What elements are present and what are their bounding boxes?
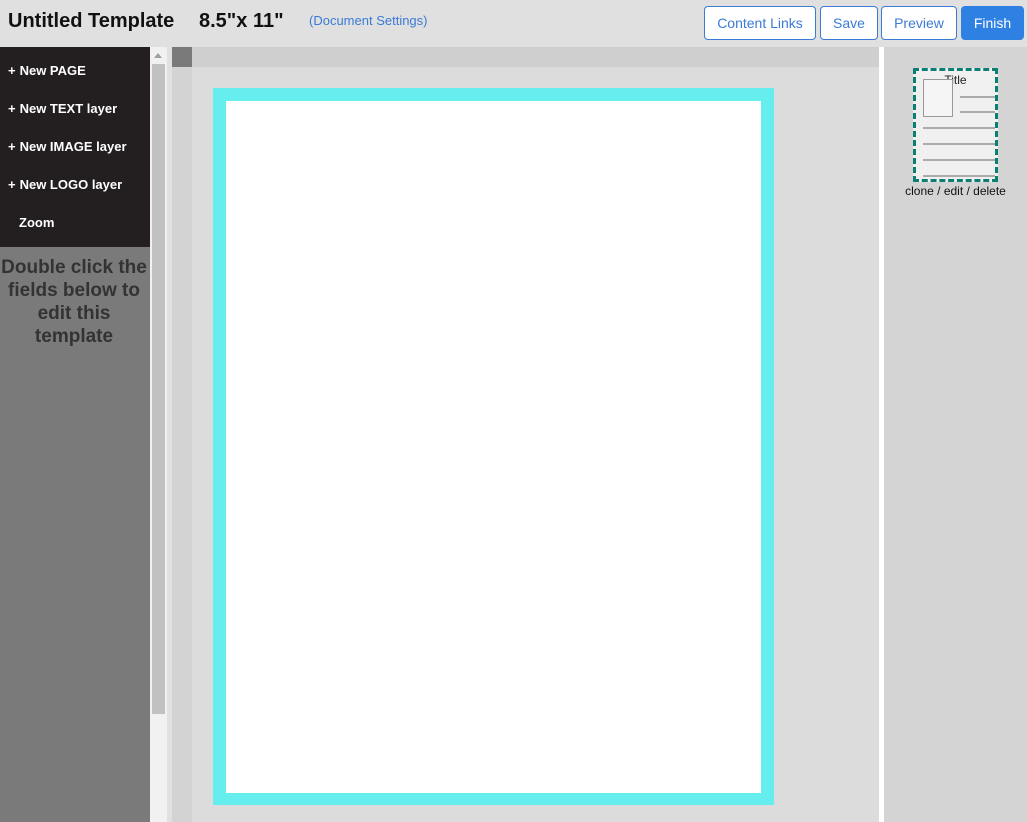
new-text-layer-label: New TEXT layer	[19, 101, 118, 116]
thumbnail-line	[923, 127, 995, 129]
zoom-item[interactable]: Zoom	[19, 215, 54, 230]
new-image-layer-label: New IMAGE layer	[19, 139, 127, 154]
new-page-item[interactable]: + New PAGE	[8, 63, 86, 78]
scroll-up-arrow-icon[interactable]	[154, 53, 162, 58]
new-logo-layer-item[interactable]: + New LOGO layer	[8, 177, 122, 192]
thumbnail-line	[923, 175, 995, 177]
preview-button[interactable]: Preview	[881, 6, 957, 40]
document-size: 8.5"x 11"	[199, 10, 284, 32]
finish-button[interactable]: Finish	[961, 6, 1024, 40]
ruler-corner	[172, 47, 192, 67]
template-page[interactable]	[226, 101, 761, 793]
left-ruler	[172, 67, 192, 822]
scrollbar-thumb[interactable]	[152, 64, 165, 714]
plus-icon: +	[8, 63, 16, 78]
top-ruler	[172, 47, 879, 67]
thumbnail-image-placeholder	[923, 79, 953, 117]
page-thumbnail[interactable]: Title	[913, 68, 998, 182]
plus-icon: +	[8, 139, 16, 154]
new-text-layer-item[interactable]: + New TEXT layer	[8, 101, 117, 116]
new-image-layer-item[interactable]: + New IMAGE layer	[8, 139, 127, 154]
sidebar-scrollbar[interactable]	[150, 47, 167, 822]
plus-icon: +	[8, 177, 16, 192]
page-border	[213, 88, 774, 805]
save-button[interactable]: Save	[820, 6, 878, 40]
thumbnail-line	[960, 96, 995, 98]
pages-panel: Title clone / edit / delete	[884, 47, 1027, 822]
content-links-button[interactable]: Content Links	[704, 6, 816, 40]
plus-icon: +	[8, 101, 16, 116]
template-title[interactable]: Untitled Template	[8, 10, 174, 33]
left-sidebar: + New PAGE + New TEXT layer + New IMAGE lay…	[0, 47, 150, 822]
thumbnail-line	[960, 111, 995, 113]
top-toolbar: Untitled Template 8.5"x 11" (Document Se…	[0, 0, 1027, 47]
thumbnail-actions[interactable]: clone / edit / delete	[884, 184, 1027, 198]
document-settings-link[interactable]: (Document Settings)	[309, 13, 428, 28]
edit-hint-text: Double click the fields below to edit th…	[1, 257, 147, 347]
thumbnail-line	[923, 143, 995, 145]
new-logo-layer-label: New LOGO layer	[19, 177, 123, 192]
canvas-area	[172, 47, 879, 822]
new-page-label: New PAGE	[19, 63, 86, 78]
layer-menu: + New PAGE + New TEXT layer + New IMAGE lay…	[0, 47, 150, 247]
thumbnail-line	[923, 159, 995, 161]
zoom-label: Zoom	[19, 215, 55, 230]
